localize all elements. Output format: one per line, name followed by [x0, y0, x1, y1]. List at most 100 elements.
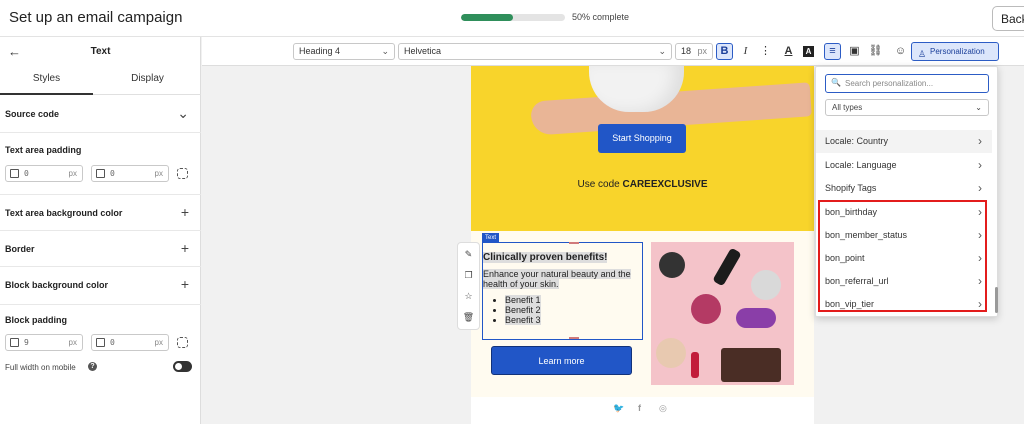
padding-value: 0 — [110, 169, 115, 178]
link-padding-icon[interactable] — [177, 337, 188, 348]
instagram-icon[interactable]: ◎ — [659, 403, 667, 414]
italic-button[interactable]: I — [737, 43, 754, 60]
plus-icon[interactable]: + — [181, 277, 189, 291]
image-icon[interactable]: ▣ — [846, 43, 863, 60]
chevron-down-icon: ⌄ — [975, 103, 982, 112]
full-width-toggle[interactable] — [173, 361, 192, 372]
promo-code-text: Use code CAREEXCLUSIVE — [471, 179, 814, 190]
link-padding-icon[interactable] — [177, 168, 188, 179]
text-color-icon[interactable]: A — [780, 43, 797, 60]
type-filter-value: All types — [832, 103, 863, 112]
chevron-down-icon: ⌄ — [381, 46, 389, 56]
text-heading[interactable]: Clinically proven benefits! — [483, 252, 608, 263]
resize-handle-top[interactable] — [569, 242, 579, 244]
tab-display[interactable]: Display — [101, 67, 194, 95]
full-width-label: Full width on mobile — [5, 363, 76, 372]
star-icon[interactable]: ☆ — [458, 291, 479, 302]
padding-unit: px — [154, 169, 163, 178]
email-preview: Start Shopping Use code CAREEXCLUSIVE ✎ … — [457, 66, 814, 424]
padding-vertical-icon — [10, 169, 19, 178]
section-label: Block padding — [5, 315, 68, 325]
list-item-label: Locale: Country — [825, 136, 889, 146]
section-block-padding: Block padding 9 px 0 px — [0, 305, 201, 365]
makeup-image[interactable] — [651, 242, 794, 385]
font-size-value: 18 — [681, 46, 692, 56]
more-options-icon[interactable]: ⋮ — [757, 43, 774, 60]
section-label: Block background color — [5, 280, 109, 290]
facebook-icon[interactable]: f — [638, 403, 641, 413]
block-padding-left-right-input[interactable]: 0 px — [91, 334, 169, 351]
progress-bar — [461, 14, 565, 21]
learn-more-button[interactable]: Learn more — [491, 346, 632, 375]
list-item[interactable]: Shopify Tags › — [816, 177, 992, 200]
emoji-icon[interactable]: ☺ — [892, 43, 909, 60]
resize-handle-bottom[interactable] — [569, 337, 579, 339]
back-button[interactable]: Back — [992, 6, 1024, 31]
twitter-icon[interactable]: 🐦 — [613, 403, 624, 414]
chevron-down-icon[interactable]: ⌄ — [177, 106, 189, 120]
section-label: Text area background color — [5, 208, 123, 218]
block-type-value: Heading 4 — [299, 46, 341, 56]
list-item[interactable]: Locale: Language › — [816, 154, 992, 177]
section-label: Text area padding — [5, 145, 82, 155]
list-item: Benefit 1 — [505, 295, 642, 305]
font-family-value: Helvetica — [404, 46, 442, 56]
padding-left-right-input[interactable]: 0 px — [91, 165, 169, 182]
tab-styles[interactable]: Styles — [0, 67, 93, 95]
list-item[interactable]: Locale: Country › — [816, 130, 992, 153]
section-label: Source code — [5, 109, 60, 119]
list-item-label: Shopify Tags — [825, 183, 877, 193]
plus-icon[interactable]: + — [181, 241, 189, 255]
panel-header: ← Text — [0, 37, 201, 67]
section-source-code[interactable]: Source code ⌄ — [0, 95, 201, 133]
progress-text: 50% complete — [572, 12, 630, 22]
chevron-right-icon: › — [978, 158, 982, 172]
block-actions: ✎ ❐ ☆ 🗑 — [457, 242, 480, 330]
help-icon[interactable]: ? — [88, 362, 97, 371]
foundation-shape — [656, 338, 686, 368]
hero-image[interactable]: Start Shopping Use code CAREEXCLUSIVE — [471, 66, 814, 231]
trash-icon[interactable]: 🗑 — [458, 312, 479, 323]
font-family-select[interactable]: Helvetica ⌄ — [398, 43, 672, 60]
list-item-text: Benefit 1 — [505, 295, 541, 305]
chevron-right-icon: › — [978, 134, 982, 148]
progress-fill — [461, 14, 513, 21]
page-title: Set up an email campaign — [9, 9, 183, 26]
personalization-button[interactable]: ♙ Personalization — [911, 42, 999, 61]
font-size-input[interactable]: 18 px — [675, 43, 713, 60]
padding-horizontal-icon — [96, 169, 105, 178]
duplicate-icon[interactable]: ❐ — [458, 270, 479, 281]
annotation-highlight-box — [818, 200, 987, 312]
panel-tabs: Styles Display — [0, 67, 201, 95]
section-border[interactable]: Border + — [0, 231, 201, 267]
block-padding-top-bottom-input[interactable]: 9 px — [5, 334, 83, 351]
dropdown-scrollbar[interactable] — [995, 287, 998, 313]
align-left-icon[interactable]: ≡ — [824, 43, 841, 60]
list-item-label: Locale: Language — [825, 160, 897, 170]
link-icon[interactable]: ⛓ — [867, 43, 884, 60]
list-item-text: Benefit 2 — [505, 305, 541, 315]
personalization-search[interactable]: 🔍 Search personalization... — [825, 74, 989, 93]
benefits-list[interactable]: Benefit 1 Benefit 2 Benefit 3 — [505, 295, 642, 325]
padding-top-bottom-input[interactable]: 0 px — [5, 165, 83, 182]
text-body[interactable]: Enhance your natural beauty and the heal… — [483, 269, 642, 289]
highlight-color-icon[interactable]: A — [800, 43, 817, 60]
start-shopping-button[interactable]: Start Shopping — [598, 124, 686, 153]
section-text-area-background[interactable]: Text area background color + — [0, 195, 201, 231]
padding-unit: px — [68, 169, 77, 178]
plus-icon[interactable]: + — [181, 205, 189, 219]
search-icon: 🔍 — [831, 78, 841, 87]
list-item-text: Benefit 3 — [505, 315, 541, 325]
text-block[interactable]: Clinically proven benefits! Enhance your… — [482, 242, 643, 340]
bold-button[interactable]: B — [716, 43, 733, 60]
padding-vertical-icon — [10, 338, 19, 347]
email-footer: 🐦 f ◎ — [471, 397, 814, 424]
section-block-background[interactable]: Block background color + — [0, 267, 201, 305]
powder-shape — [751, 270, 781, 300]
left-panel: ← Text Styles Display Source code ⌄ Text… — [0, 37, 201, 424]
block-type-select[interactable]: Heading 4 ⌄ — [293, 43, 395, 60]
chevron-down-icon: ⌄ — [658, 46, 666, 56]
sponge-shape — [736, 308, 776, 328]
type-filter-select[interactable]: All types ⌄ — [825, 99, 989, 116]
edit-icon[interactable]: ✎ — [458, 249, 479, 260]
